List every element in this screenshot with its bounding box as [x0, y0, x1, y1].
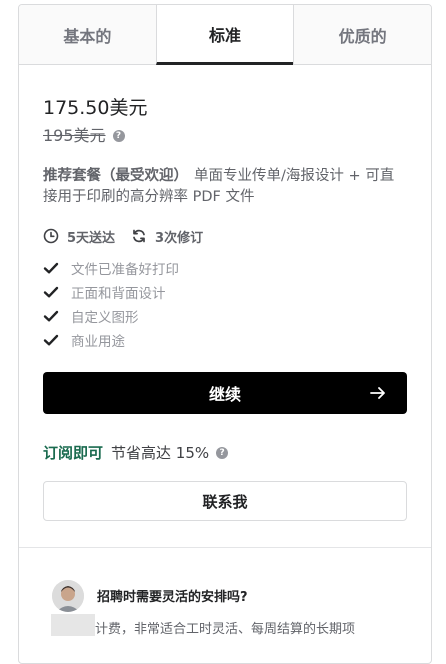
continue-label: 继续: [208, 385, 241, 404]
feature-label: 正面和背面设计: [71, 286, 166, 302]
check-icon: [43, 262, 59, 274]
feature-item: 正面和背面设计: [43, 280, 407, 304]
feature-item: 自定义图形: [43, 304, 407, 328]
clock-icon: [43, 228, 59, 244]
revisions: 3次修订: [131, 227, 203, 246]
continue-button[interactable]: 继续: [43, 372, 407, 414]
tab-standard[interactable]: 标准: [155, 5, 294, 65]
package-description: 推荐套餐（最受欢迎） 单面专业传单/海报设计 + 可直接用于印刷的高分辨率 PDF…: [43, 166, 407, 208]
price: 175.50美元: [43, 97, 148, 119]
package-card: 基本的 标准 优质的 175.50美元 195美元 ? 推荐套餐（最受欢迎） 单面…: [18, 4, 432, 664]
question-icon[interactable]: ?: [112, 130, 125, 142]
package-tabs: 基本的 标准 优质的: [19, 5, 431, 65]
tab-basic[interactable]: 基本的: [19, 5, 156, 64]
subscription-savings: 节省高达 15%: [111, 444, 210, 462]
feature-label: 商业用途: [71, 334, 125, 350]
revisions-label: 3次修订: [155, 230, 204, 246]
original-price-row: 195美元 ?: [43, 126, 407, 146]
tab-premium[interactable]: 优质的: [293, 5, 431, 64]
question-icon[interactable]: ?: [216, 447, 229, 459]
feature-label: 自定义图形: [71, 310, 139, 326]
arrow-right-icon: [370, 387, 385, 399]
check-icon: [43, 334, 59, 346]
hire-description: 计费，非常适合工时灵活、每周结算的长期项: [95, 622, 356, 637]
feature-list: 文件已准备好打印 正面和背面设计 自定义图形 商业用途: [43, 256, 407, 352]
feature-item: 商业用途: [43, 328, 407, 352]
check-icon: [43, 310, 59, 322]
delivery-label: 5天送达: [67, 230, 116, 246]
package-title: 推荐套餐（最受欢迎）: [43, 168, 188, 184]
avatar: [52, 580, 84, 612]
blurred-text: [51, 614, 95, 636]
feature-label: 文件已准备好打印: [71, 262, 179, 278]
hire-title: 招聘时需要灵活的安排吗?: [97, 590, 248, 605]
refresh-icon: [133, 229, 145, 243]
subscribe-link[interactable]: 订阅即可: [43, 443, 103, 463]
check-icon: [43, 286, 59, 298]
contact-button[interactable]: 联系我: [43, 481, 407, 521]
subscription-row: 订阅即可 节省高达 15% ?: [43, 443, 407, 463]
original-price: 195美元: [43, 126, 106, 145]
divider: [19, 547, 431, 548]
feature-item: 文件已准备好打印: [43, 256, 407, 280]
delivery-time: 5天送达: [43, 227, 115, 246]
package-body: 175.50美元 195美元 ? 推荐套餐（最受欢迎） 单面专业传单/海报设计 +…: [19, 96, 431, 650]
flexible-hire-section: 招聘时需要灵活的安排吗? 计费，非常适合工时灵活、每周结算的长期项: [43, 580, 407, 650]
delivery-info: 5天送达 3次修订: [43, 226, 407, 246]
